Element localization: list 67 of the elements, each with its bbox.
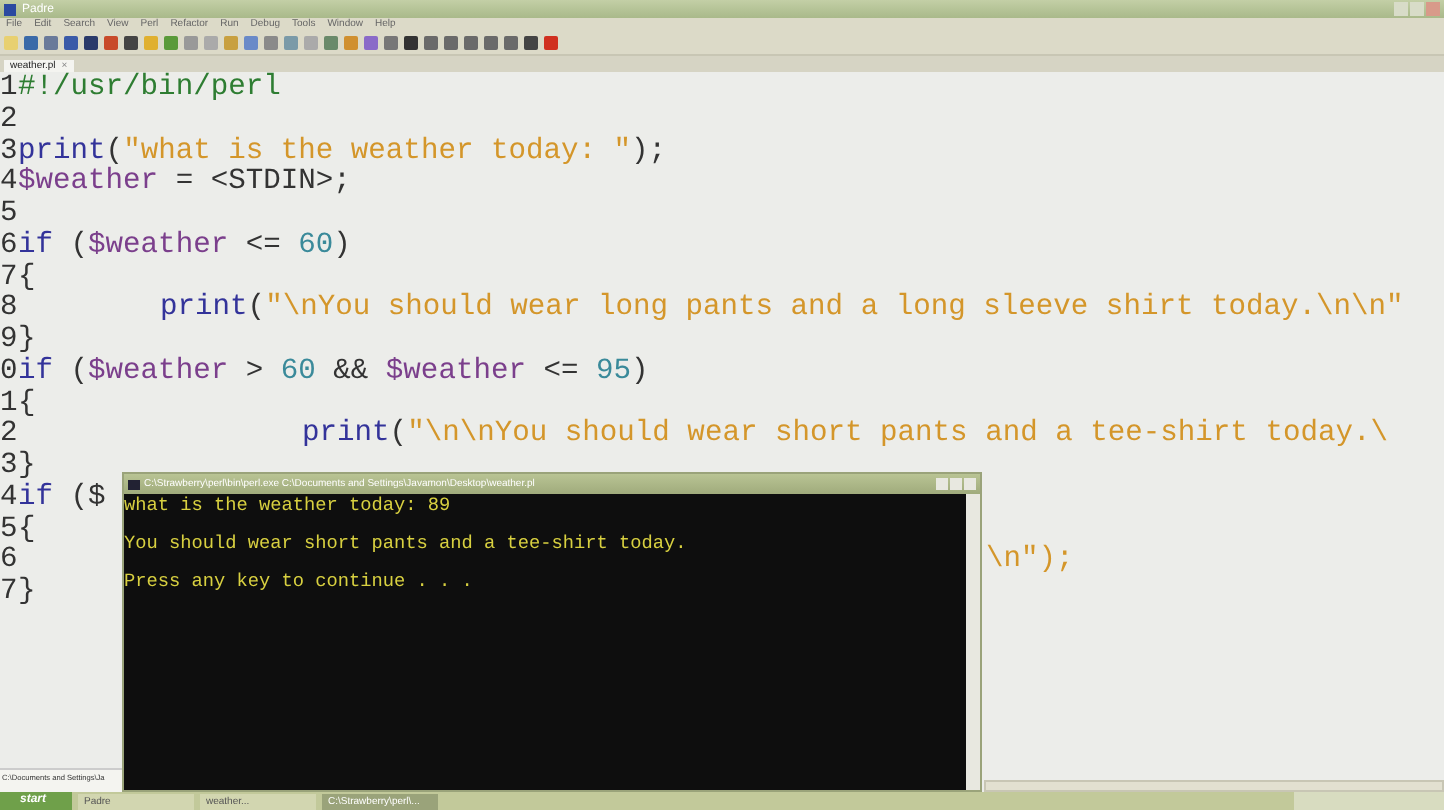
code-token: { <box>18 515 36 547</box>
code-token: { <box>18 389 36 421</box>
code-token: ) <box>333 231 351 263</box>
line-number: 1 <box>0 389 18 420</box>
code-token: "what is the weather today: " <box>123 137 632 167</box>
line-number: 6 <box>0 546 18 578</box>
code-token: ( <box>105 137 124 167</box>
console-icon <box>128 479 140 489</box>
line-number: 7 <box>0 578 18 610</box>
minimize-button[interactable] <box>936 478 948 490</box>
line-number: 9 <box>0 326 18 358</box>
code-token: $weather <box>88 231 229 263</box>
code-token: if <box>18 483 54 514</box>
code-token: } <box>18 326 36 356</box>
code-token: ( <box>247 294 266 326</box>
code-token: <= <box>541 357 581 389</box>
console-line: what is the weather today: 89 <box>124 496 453 516</box>
maximize-button[interactable] <box>950 478 962 490</box>
code-token: $weather <box>18 168 159 200</box>
code-token: ( <box>68 231 89 263</box>
line-number: 8 <box>0 294 18 326</box>
close-button[interactable] <box>1426 2 1440 16</box>
code-token: ($ <box>68 483 106 515</box>
code-token: print <box>160 294 248 326</box>
code-token: 60 <box>280 357 316 389</box>
line-number: 4 <box>0 168 18 200</box>
code-token: $weather <box>88 357 229 389</box>
code-token: 95 <box>596 357 632 389</box>
code-token: { <box>18 263 36 295</box>
line-number: 5 <box>0 200 18 232</box>
code-token: && <box>331 357 371 389</box>
line-number: 2 <box>0 420 18 452</box>
code-token: print <box>302 420 390 452</box>
code-token: } <box>18 578 36 610</box>
line-number: 7 <box>0 263 18 294</box>
line-number: 3 <box>0 137 18 168</box>
line-number: 4 <box>0 483 18 515</box>
code-token: <= <box>243 231 283 263</box>
code-token: 60 <box>298 231 334 263</box>
code-token: \n"); <box>986 546 1074 578</box>
code-token: if <box>18 231 54 262</box>
code-token: ); <box>631 137 667 169</box>
console-line: You should wear short pants and a tee-shirt today. <box>124 534 689 554</box>
scrollbar[interactable] <box>966 494 980 790</box>
line-number: 5 <box>0 515 18 546</box>
code-token: $weather <box>385 357 526 389</box>
code-token: #!/usr/bin/perl <box>18 74 281 106</box>
line-number: 6 <box>0 231 18 263</box>
code-token: ( <box>389 420 408 452</box>
code-token: > <box>243 357 266 389</box>
code-token: if <box>18 357 54 388</box>
close-button[interactable] <box>964 478 976 490</box>
code-token: ) <box>631 357 649 389</box>
line-number: 2 <box>0 105 18 137</box>
code-token: } <box>18 452 36 482</box>
line-number: 0 <box>0 357 18 389</box>
app-icon <box>4 3 16 15</box>
code-token: print <box>18 137 106 167</box>
code-token: = <STDIN>; <box>173 168 351 200</box>
code-token: "\nYou should wear long pants and a long sleeve shirt today.\n\n" <box>265 294 1404 326</box>
console-line: Press any key to continue . . . <box>124 572 475 592</box>
code-token: "\n\nYou should wear short pants and a tee-shirt today.\ <box>407 420 1388 452</box>
minimize-button[interactable] <box>1394 2 1408 16</box>
maximize-button[interactable] <box>1410 2 1424 16</box>
line-number: 3 <box>0 452 18 484</box>
line-number: 1 <box>0 74 18 106</box>
code-token: ( <box>68 357 89 389</box>
